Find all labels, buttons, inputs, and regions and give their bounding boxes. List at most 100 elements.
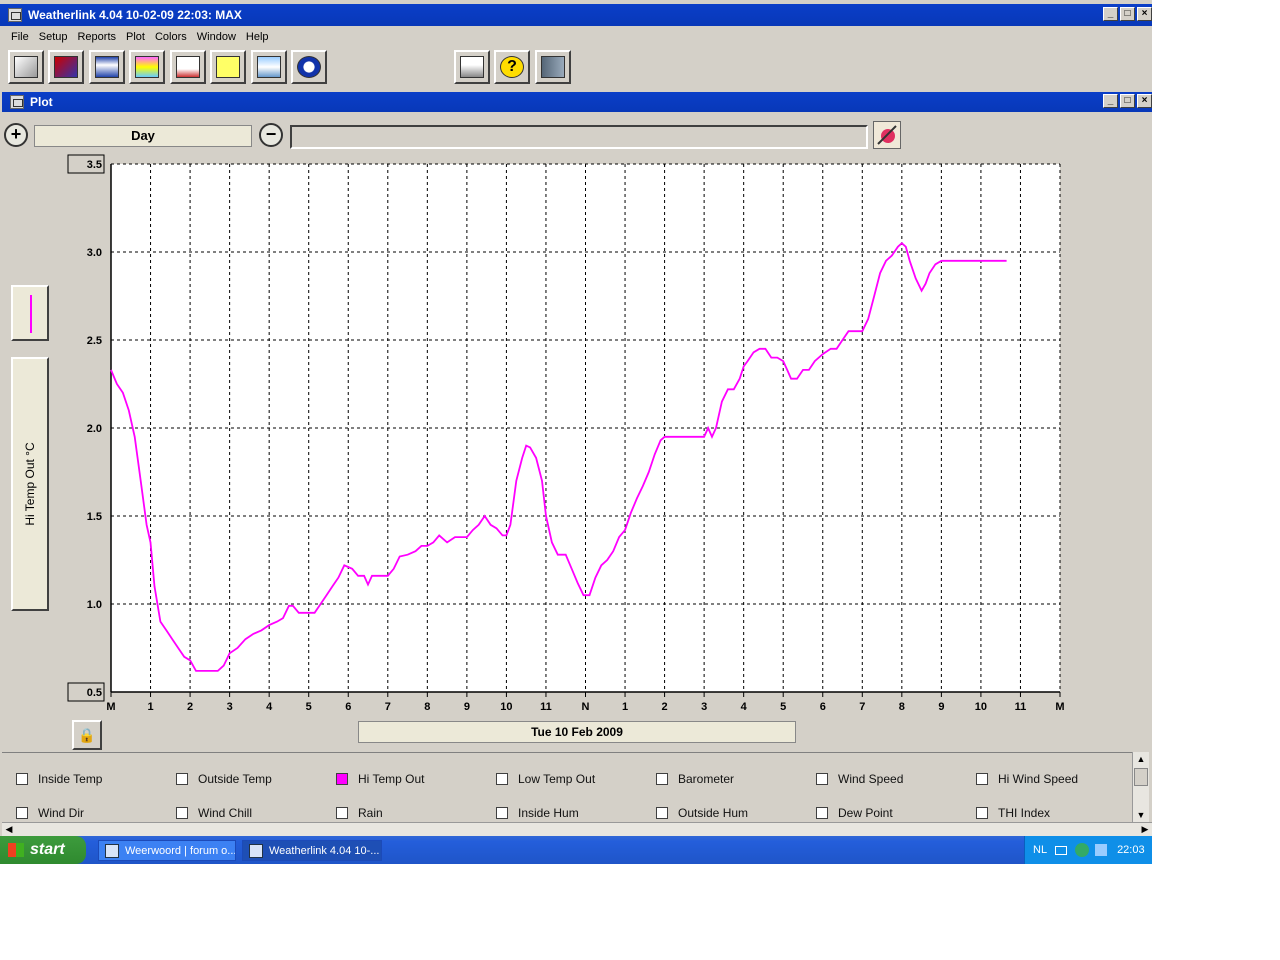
- keyboard-icon[interactable]: [1055, 845, 1068, 855]
- date-label: Tue 10 Feb 2009: [358, 721, 796, 743]
- maximize-button[interactable]: □: [1120, 7, 1135, 21]
- x-tick-label: 3: [227, 701, 233, 713]
- scroll-right-arrow-icon[interactable]: ▶: [1138, 823, 1152, 835]
- exit-button[interactable]: [535, 50, 571, 84]
- weather-button[interactable]: [251, 50, 287, 84]
- series-label: Barometer: [678, 772, 735, 786]
- scroll-down-arrow-icon[interactable]: ▼: [1134, 809, 1148, 821]
- menu-window[interactable]: Window: [192, 29, 241, 45]
- series-label: Wind Chill: [198, 806, 253, 820]
- series-option[interactable]: Low Temp Out: [496, 771, 595, 787]
- app-icon[interactable]: [8, 8, 22, 22]
- scroll-left-arrow-icon[interactable]: ◀: [2, 823, 16, 835]
- series-selection-panel: Inside Temp Outside Temp Hi Temp Out Low Te…: [2, 752, 1132, 822]
- series-option[interactable]: Outside Temp: [176, 771, 272, 787]
- series-checkbox[interactable]: [656, 807, 668, 819]
- x-tick-label: 10: [500, 701, 512, 713]
- series-checkbox[interactable]: [496, 773, 508, 785]
- series-option[interactable]: Rain: [336, 805, 383, 821]
- notes-button[interactable]: [210, 50, 246, 84]
- series-label: Rain: [358, 806, 383, 820]
- series-checkbox[interactable]: [976, 807, 988, 819]
- x-tick-label: 3: [701, 701, 707, 713]
- x-tick-label: 4: [266, 701, 273, 713]
- x-tick-label: 5: [306, 701, 312, 713]
- horizontal-scrollbar[interactable]: ◀ ▶: [2, 822, 1152, 836]
- station-button[interactable]: [8, 50, 44, 84]
- series-option[interactable]: Inside Hum: [496, 805, 579, 821]
- series-checkbox[interactable]: [16, 807, 28, 819]
- series-option[interactable]: Hi Wind Speed: [976, 771, 1078, 787]
- series-option[interactable]: Wind Speed: [816, 771, 903, 787]
- bulletin-button[interactable]: [89, 50, 125, 84]
- y-tick-label: 2.0: [87, 423, 102, 435]
- network-icon[interactable]: [1075, 843, 1090, 857]
- print-button[interactable]: [454, 50, 490, 84]
- language-indicator[interactable]: NL: [1033, 844, 1047, 856]
- plot-button[interactable]: [170, 50, 206, 84]
- app-title-bar: Weatherlink 4.04 10-02-09 22:03: MAX _ □…: [0, 4, 1152, 26]
- series-checkbox[interactable]: [976, 773, 988, 785]
- download-icon: [54, 56, 78, 78]
- scroll-thumb[interactable]: [1134, 768, 1148, 786]
- x-tick-label: 2: [662, 701, 668, 713]
- x-tick-label: 8: [899, 701, 905, 713]
- series-option[interactable]: Dew Point: [816, 805, 893, 821]
- strip-chart-button[interactable]: [129, 50, 165, 84]
- menu-colors[interactable]: Colors: [150, 29, 192, 45]
- menu-help[interactable]: Help: [241, 29, 274, 45]
- taskbar-item-label: Weatherlink 4.04 10-...: [269, 844, 380, 857]
- close-button[interactable]: ×: [1137, 7, 1152, 21]
- monitor-icon[interactable]: [1095, 844, 1108, 856]
- scroll-up-arrow-icon[interactable]: ▲: [1134, 753, 1148, 765]
- series-checkbox[interactable]: [336, 773, 348, 785]
- x-tick-label: M: [106, 701, 115, 713]
- lock-button[interactable]: 🔒: [72, 720, 102, 750]
- window-controls: _ □ ×: [1103, 7, 1152, 21]
- vertical-scrollbar[interactable]: ▲ ▼: [1132, 752, 1149, 822]
- x-tick-label: 11: [1015, 701, 1027, 713]
- plot-chart[interactable]: 3.5 3.0 2.5 2.0 1.5 1.0 0.5 M 1 2 3 4 5 6 7 8 9 10 11 N 1 2 3 4…: [2, 92, 1132, 732]
- help-button[interactable]: ?: [494, 50, 530, 84]
- series-option[interactable]: Hi Temp Out: [336, 771, 424, 787]
- noaa-button[interactable]: [291, 50, 327, 84]
- series-checkbox[interactable]: [336, 807, 348, 819]
- download-button[interactable]: [48, 50, 84, 84]
- minimize-button[interactable]: _: [1103, 7, 1118, 21]
- series-checkbox[interactable]: [176, 807, 188, 819]
- x-tick-label: 1: [147, 701, 153, 713]
- series-checkbox[interactable]: [176, 773, 188, 785]
- series-checkbox[interactable]: [656, 773, 668, 785]
- series-label: Wind Speed: [838, 772, 904, 786]
- x-tick-label: 7: [859, 701, 865, 713]
- series-option[interactable]: Inside Temp: [16, 771, 102, 787]
- plot-icon: [176, 56, 200, 78]
- menu-reports[interactable]: Reports: [72, 29, 121, 45]
- series-option[interactable]: Wind Chill: [176, 805, 252, 821]
- help-icon: ?: [500, 56, 524, 78]
- start-button[interactable]: start: [0, 836, 86, 864]
- series-label: Hi Wind Speed: [998, 772, 1079, 786]
- series-checkbox[interactable]: [496, 807, 508, 819]
- series-checkbox[interactable]: [16, 773, 28, 785]
- lock-icon: 🔒: [78, 727, 96, 743]
- taskbar-item-weatherlink[interactable]: Weatherlink 4.04 10-...: [242, 840, 382, 861]
- series-checkbox[interactable]: [816, 773, 828, 785]
- series-checkbox[interactable]: [816, 807, 828, 819]
- menu-file[interactable]: File: [6, 29, 34, 45]
- series-option[interactable]: THI Index: [976, 805, 1050, 821]
- series-option[interactable]: Wind Dir: [16, 805, 84, 821]
- browser-icon: [105, 843, 119, 858]
- desktop-screen: Weatherlink 4.04 10-02-09 22:03: MAX _ □…: [0, 0, 1152, 864]
- x-tick-label: 9: [464, 701, 470, 713]
- menu-plot[interactable]: Plot: [121, 29, 150, 45]
- plot-close-button[interactable]: ×: [1137, 94, 1152, 108]
- series-label: Outside Hum: [678, 806, 749, 820]
- noaa-icon: [297, 56, 321, 78]
- taskbar-item-browser[interactable]: Weerwoord | forum o...: [98, 840, 236, 861]
- series-option[interactable]: Barometer: [656, 771, 734, 787]
- series-option[interactable]: Outside Hum: [656, 805, 748, 821]
- plot-window: Plot _ □ × + Day − Hi Temp Out °C 3.5 3.0…: [2, 92, 1152, 836]
- notes-icon: [216, 56, 240, 78]
- menu-setup[interactable]: Setup: [34, 29, 73, 45]
